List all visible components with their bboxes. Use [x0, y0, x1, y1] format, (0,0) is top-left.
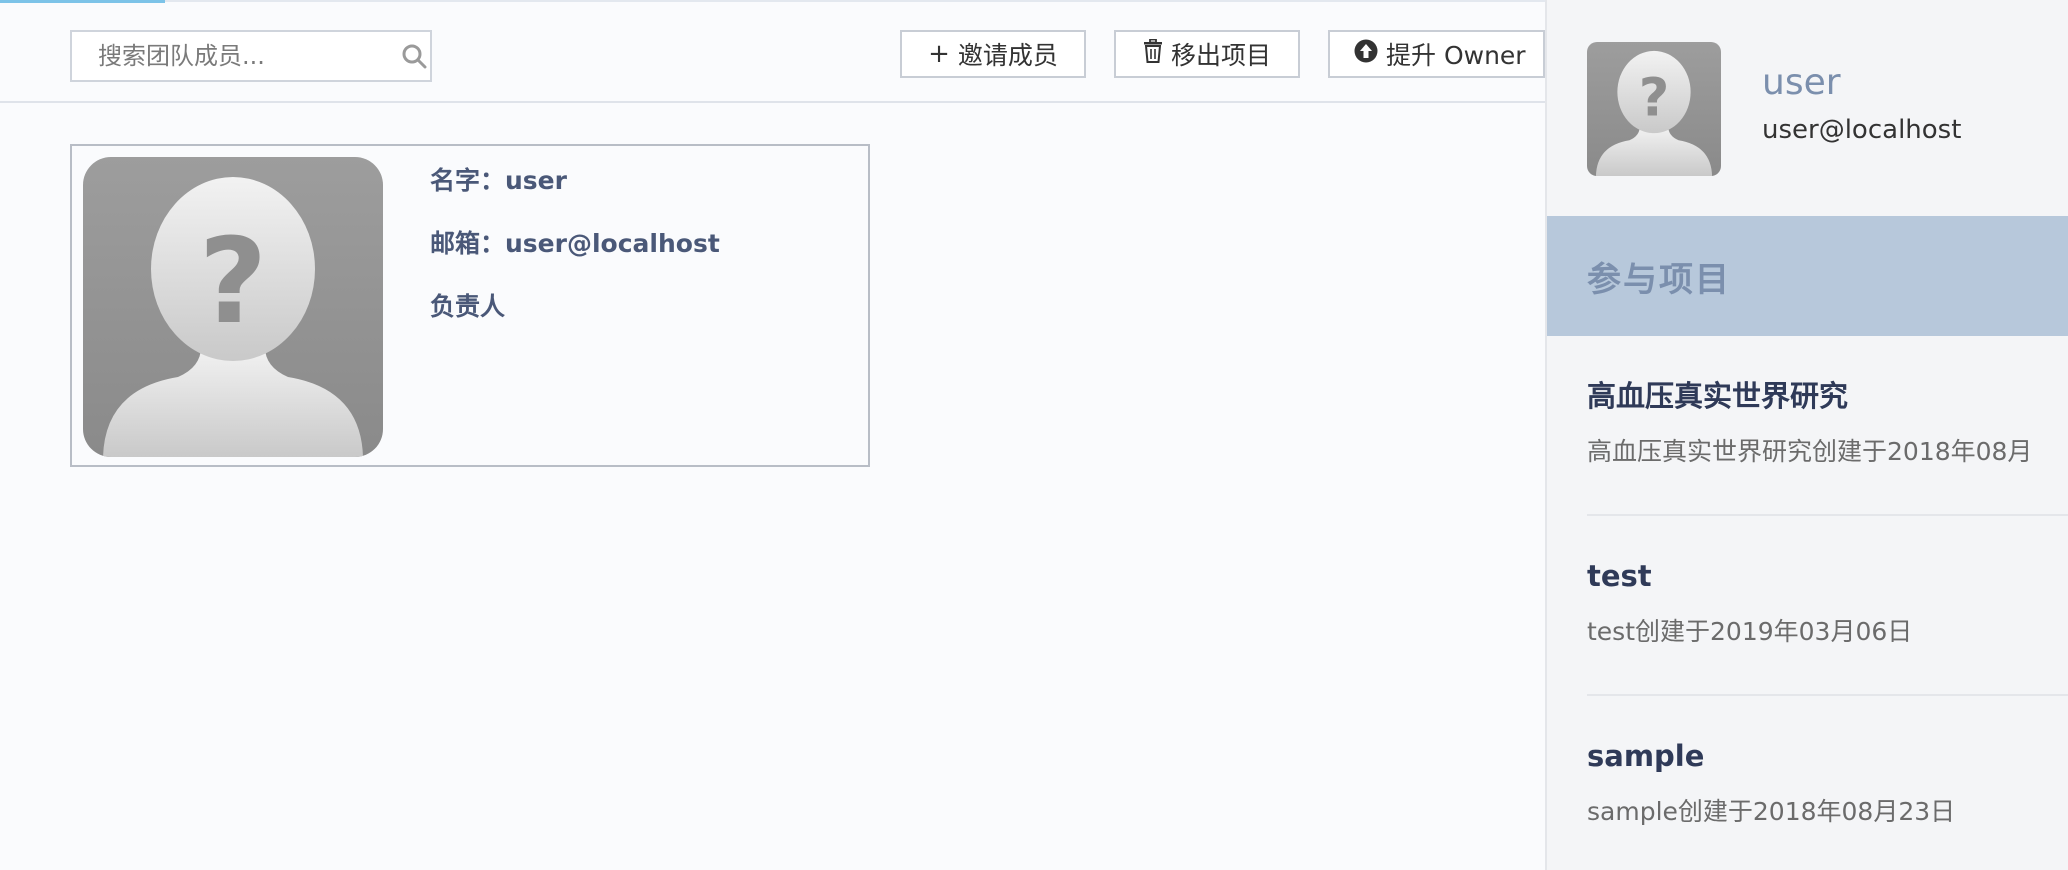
member-name: 名字：user [430, 166, 567, 195]
arrow-up-circle-icon [1354, 39, 1378, 69]
trash-icon [1143, 38, 1163, 69]
project-list: 高血压真实世界研究 高血压真实世界研究创建于2018年08月 test test… [1587, 336, 2068, 870]
search-icon[interactable] [398, 43, 430, 69]
member-info: 名字：user 邮箱：user@localhost 负责人 [430, 164, 720, 353]
project-description: test创建于2019年03月06日 [1587, 617, 1913, 646]
project-description: sample创建于2018年08月23日 [1587, 797, 1956, 826]
project-title: sample [1587, 739, 1705, 773]
remove-from-project-button[interactable]: 移出项目 [1114, 30, 1300, 78]
profile-name: user [1762, 62, 1841, 103]
project-title: test [1587, 559, 1652, 593]
member-role: 负责人 [430, 292, 506, 321]
svg-text:?: ? [199, 212, 267, 350]
project-title: 高血压真实世界研究 [1587, 379, 1849, 413]
member-email: 邮箱：user@localhost [430, 229, 720, 258]
member-search-input[interactable] [72, 32, 398, 80]
profile-avatar: ? [1587, 42, 1721, 176]
project-item[interactable]: sample sample创建于2018年08月23日 [1587, 696, 2068, 870]
plus-icon: + [928, 39, 950, 69]
projects-section-header: 参与项目 [1547, 216, 2068, 336]
member-avatar: ? [83, 157, 383, 457]
member-search-box [70, 30, 432, 82]
remove-from-project-label: 移出项目 [1170, 41, 1271, 70]
profile-email: user@localhost [1762, 115, 1962, 145]
project-item[interactable]: 高血压真实世界研究 高血压真实世界研究创建于2018年08月 [1587, 336, 2068, 516]
project-description: 高血压真实世界研究创建于2018年08月 [1587, 437, 2033, 466]
profile-panel: ? user user@localhost 参与项目 高血压真实世界研究 高血压… [1545, 0, 2068, 870]
invite-member-button[interactable]: + 邀请成员 [900, 30, 1086, 78]
member-card[interactable]: ? 名字：user 邮箱：user@localhost 负责人 [70, 144, 870, 467]
svg-text:?: ? [1639, 68, 1670, 129]
promote-owner-label: 提升 Owner [1386, 41, 1526, 70]
projects-section-title: 参与项目 [1587, 259, 1731, 300]
invite-member-label: 邀请成员 [957, 41, 1058, 70]
promote-owner-button[interactable]: 提升 Owner [1328, 30, 1545, 78]
project-item[interactable]: test test创建于2019年03月06日 [1587, 516, 2068, 696]
page: + 邀请成员 移出项目 提升 Owne [0, 0, 2068, 870]
toolbar: + 邀请成员 移出项目 提升 Owne [0, 0, 1545, 103]
